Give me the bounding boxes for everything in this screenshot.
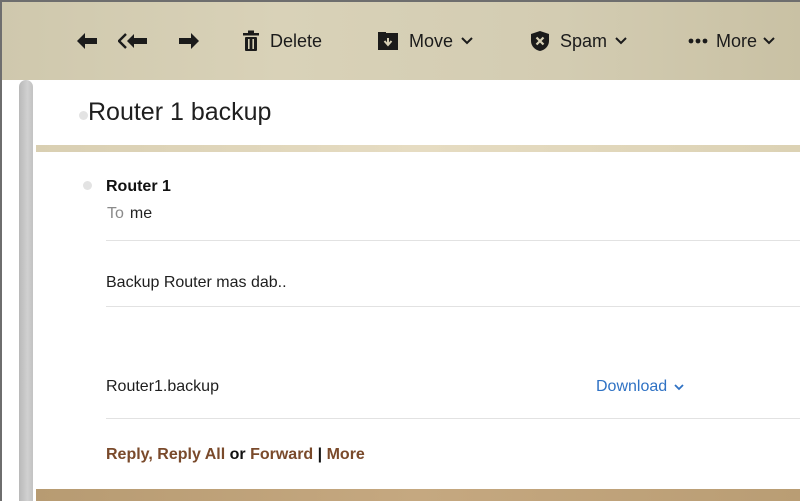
- more-button[interactable]: More: [688, 25, 775, 57]
- or-text: or: [229, 446, 246, 463]
- chevron-down-icon: [674, 378, 684, 396]
- message-toolbar: Delete Move Spam More: [2, 2, 800, 80]
- reply-all-arrows-icon: [118, 32, 148, 50]
- chevron-down-icon: [763, 32, 775, 50]
- sender-name[interactable]: Router 1: [106, 178, 171, 196]
- quick-actions: Reply, Reply All or Forward | More: [106, 446, 365, 464]
- mail-window: Delete Move Spam More Router 1 backup Ro…: [0, 0, 800, 501]
- message-body: Backup Router mas dab..: [106, 274, 287, 291]
- forward-button[interactable]: [178, 25, 200, 57]
- sender-dot: [83, 181, 92, 190]
- scrollbar-track[interactable]: [19, 80, 33, 501]
- download-button[interactable]: Download: [596, 378, 684, 396]
- spam-label: Spam: [560, 30, 608, 51]
- message-bottom-border: [36, 489, 800, 501]
- subject-divider: [36, 145, 800, 152]
- move-to-folder-icon: [377, 31, 399, 51]
- to-label: To: [107, 205, 124, 222]
- header-divider: [106, 240, 800, 241]
- attachment-divider: [106, 418, 800, 419]
- reply-arrow-icon: [76, 32, 98, 50]
- more-label: More: [716, 30, 758, 51]
- trash-icon: [242, 30, 260, 52]
- download-label: Download: [596, 378, 668, 395]
- shield-x-icon: [530, 30, 550, 52]
- delete-label: Delete: [270, 30, 323, 51]
- unread-dot: [79, 111, 88, 120]
- recipient-line: To me: [107, 205, 152, 223]
- message-panel: Router 1 backup Router 1 To me Backup Rou…: [36, 80, 800, 501]
- pipe-separator: |: [317, 446, 323, 463]
- reply-all-link[interactable]: Reply All: [157, 446, 225, 463]
- forward-link[interactable]: Forward: [250, 446, 313, 463]
- move-label: Move: [409, 30, 454, 51]
- delete-button[interactable]: Delete: [242, 25, 322, 57]
- comma-separator: ,: [148, 446, 153, 463]
- chevron-down-icon: [615, 32, 627, 50]
- recipient-value[interactable]: me: [130, 205, 152, 222]
- reply-button[interactable]: [76, 25, 98, 57]
- reply-link[interactable]: Reply: [106, 446, 148, 463]
- message-subject: Router 1 backup: [88, 98, 272, 126]
- move-button[interactable]: Move: [377, 25, 473, 57]
- chevron-down-icon: [461, 32, 473, 50]
- body-divider: [106, 306, 800, 307]
- more-link[interactable]: More: [327, 446, 365, 463]
- ellipsis-icon: [688, 38, 708, 44]
- reply-all-button[interactable]: [118, 25, 148, 57]
- attachment-name[interactable]: Router1.backup: [106, 378, 219, 396]
- forward-arrow-icon: [178, 32, 200, 50]
- spam-button[interactable]: Spam: [530, 25, 627, 57]
